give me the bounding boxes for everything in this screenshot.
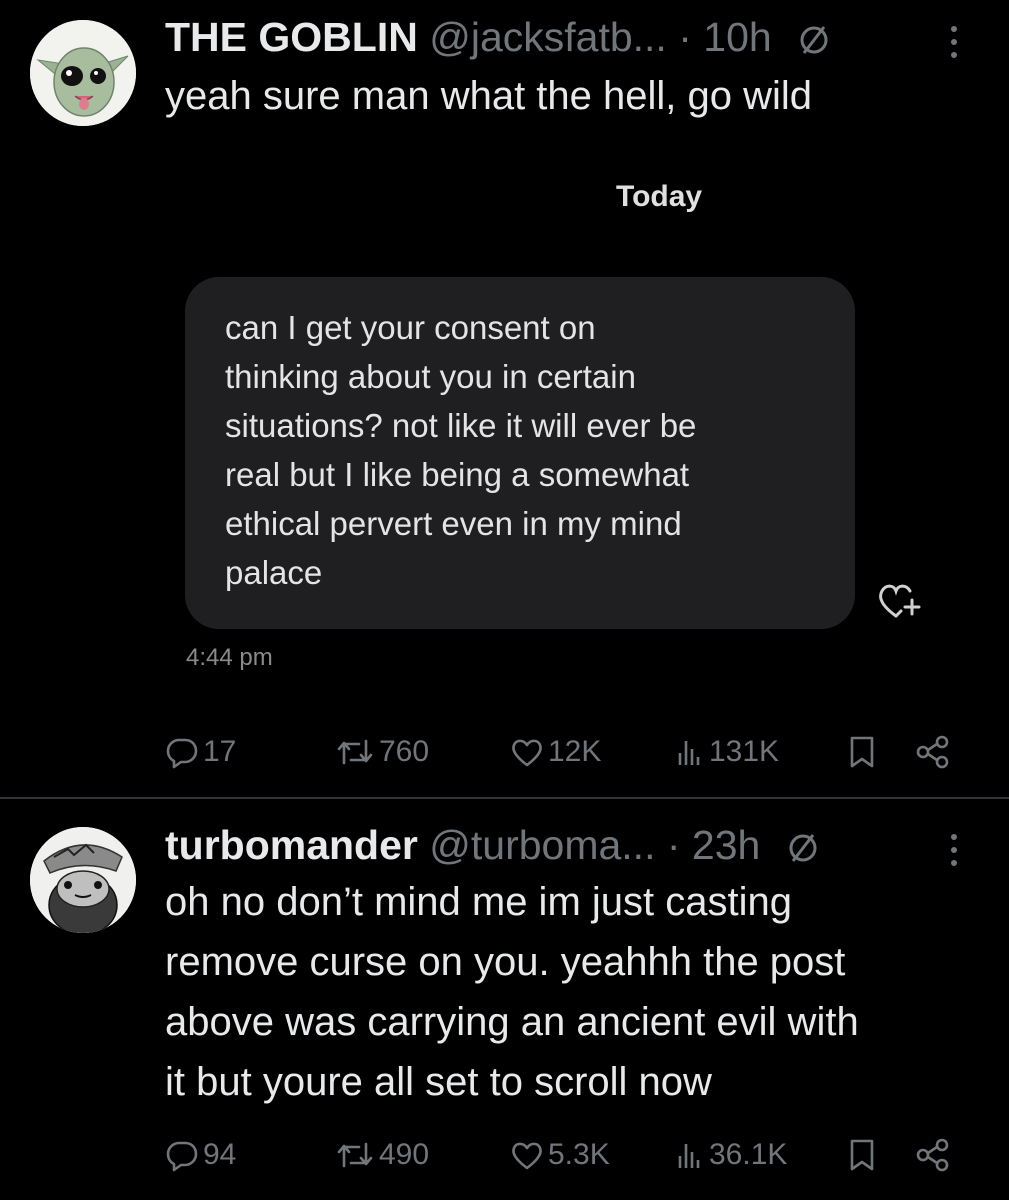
dm-message-bubble: can I get your consent on thinking about… xyxy=(185,277,855,629)
like-icon xyxy=(512,739,542,767)
share-button[interactable] xyxy=(915,1130,955,1180)
repost-count: 490 xyxy=(379,1138,430,1171)
post-header: THE GOBLIN @jacksfatb... · 10h xyxy=(165,14,831,60)
more-icon[interactable] xyxy=(946,830,962,870)
reply-count: 17 xyxy=(203,735,237,768)
like-count: 5.3K xyxy=(548,1138,610,1171)
views-count: 36.1K xyxy=(709,1138,788,1171)
author-name[interactable]: turbomander xyxy=(165,822,418,868)
views-count: 131K xyxy=(709,735,780,768)
dm-date-label: Today xyxy=(616,180,703,213)
like-button[interactable]: 5.3K xyxy=(510,1130,610,1180)
views-button[interactable]: 131K xyxy=(675,727,779,777)
avatar[interactable] xyxy=(30,827,136,933)
views-icon xyxy=(678,741,700,765)
bookmark-button[interactable] xyxy=(847,727,881,777)
like-icon xyxy=(512,1142,542,1170)
post-1[interactable]: THE GOBLIN @jacksfatb... · 10h yeah sure… xyxy=(0,0,1009,795)
post-header: turbomander @turboma... · 23h xyxy=(165,822,820,868)
bookmark-button[interactable] xyxy=(847,1130,881,1180)
post-divider xyxy=(0,797,1009,799)
post-2[interactable]: turbomander @turboma... · 23h oh no don’… xyxy=(0,800,1009,1200)
author-handle[interactable]: @jacksfatb... xyxy=(429,14,667,60)
post-time[interactable]: · 10h xyxy=(678,14,771,60)
dm-timestamp: 4:44 pm xyxy=(186,644,273,671)
bookmark-icon xyxy=(850,736,874,768)
share-icon xyxy=(916,1138,949,1172)
heart-add-icon xyxy=(879,584,921,618)
bookmark-icon xyxy=(850,1139,874,1171)
goblin-avatar-icon xyxy=(30,20,136,126)
reply-icon xyxy=(166,738,198,769)
repost-count: 760 xyxy=(379,735,430,768)
reply-button[interactable]: 94 xyxy=(165,1130,236,1180)
author-handle[interactable]: @turboma... xyxy=(429,822,655,868)
repost-button[interactable]: 760 xyxy=(335,727,429,777)
embedded-dm-screenshot[interactable]: Today can I get your consent on thinking… xyxy=(150,160,921,680)
reply-icon xyxy=(166,1141,198,1172)
share-button[interactable] xyxy=(915,727,955,777)
share-icon xyxy=(916,735,949,769)
repost-button[interactable]: 490 xyxy=(335,1130,429,1180)
salamander-avatar-icon xyxy=(30,827,136,933)
post-time[interactable]: · 23h xyxy=(667,822,760,868)
views-button[interactable]: 36.1K xyxy=(675,1130,787,1180)
dm-message-text: can I get your consent on thinking about… xyxy=(225,309,697,591)
post-actions: 94 490 5.3K 36.1K xyxy=(165,1130,965,1180)
like-count: 12K xyxy=(548,735,602,768)
post-text: oh no don’t mind me im just casting remo… xyxy=(165,880,859,1104)
like-button[interactable]: 12K xyxy=(510,727,601,777)
author-name[interactable]: THE GOBLIN xyxy=(165,14,418,60)
repost-icon xyxy=(337,739,373,765)
post-text: yeah sure man what the hell, go wild xyxy=(165,74,813,118)
reply-button[interactable]: 17 xyxy=(165,727,236,777)
repost-icon xyxy=(337,1142,373,1168)
no-symbol-icon xyxy=(800,26,828,54)
reply-count: 94 xyxy=(203,1138,237,1171)
no-symbol-icon xyxy=(789,834,817,862)
more-icon[interactable] xyxy=(946,22,962,62)
avatar[interactable] xyxy=(30,20,136,126)
views-icon xyxy=(678,1144,700,1168)
post-actions: 17 760 12K 131K xyxy=(165,727,965,777)
